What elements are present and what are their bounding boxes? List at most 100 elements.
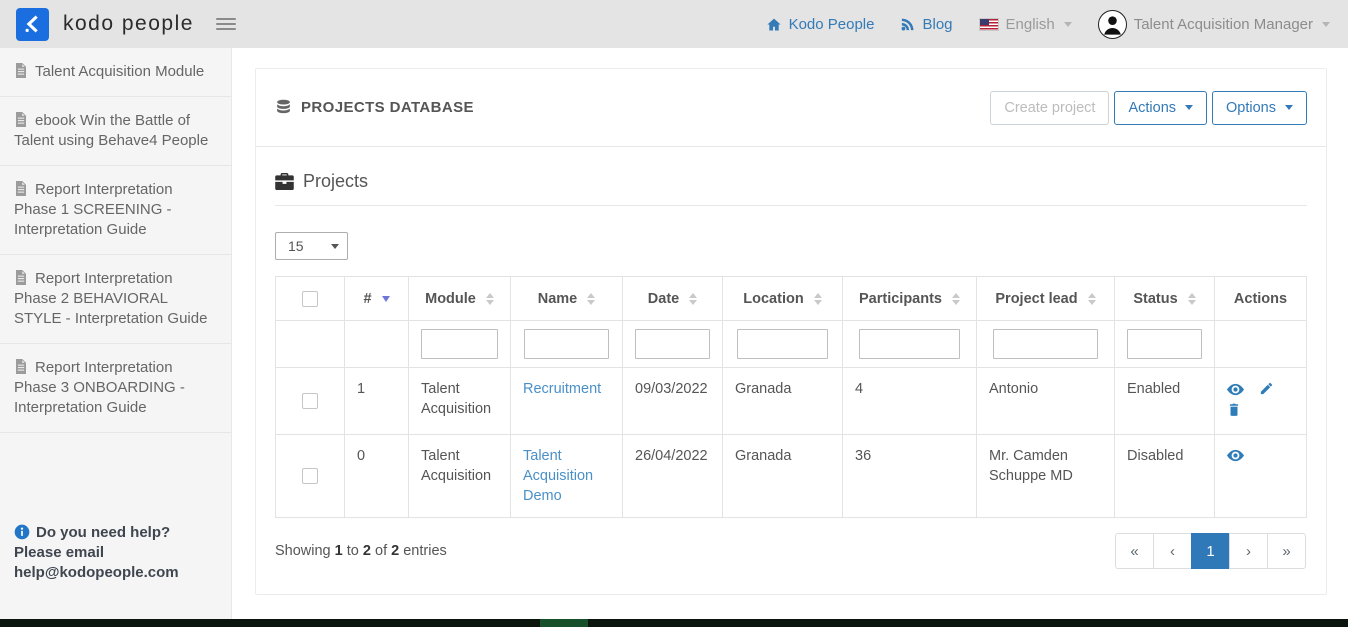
bottom-bar-segment [540,619,588,627]
cell-location: Granada [723,435,843,518]
top-navbar: kodo people Kodo People Blog E [0,0,1348,48]
sort-icon [1188,293,1196,305]
location-filter-input[interactable] [737,329,827,359]
menu-toggle-icon[interactable] [216,18,236,30]
project-name-link[interactable]: Recruitment [523,381,601,397]
document-icon [14,270,28,285]
brand-wordmark: kodo people [63,12,194,36]
brand-logo-icon[interactable] [16,8,49,41]
document-icon [14,63,28,78]
home-icon [766,17,782,32]
nav-kodo-people-link[interactable]: Kodo People [766,16,875,33]
module-filter-input[interactable] [421,329,498,359]
sort-icon [587,293,595,305]
status-filter-input[interactable] [1127,329,1202,359]
row-checkbox[interactable] [302,468,318,484]
cell-participants: 4 [843,368,977,435]
avatar [1098,10,1127,39]
row-checkbox[interactable] [302,393,318,409]
divider [275,205,1307,206]
cell-module: Talent Acquisition [409,435,511,518]
blog-icon [900,17,915,32]
chevron-down-icon [1185,105,1193,110]
name-filter-input[interactable] [524,329,608,359]
column-header-status[interactable]: Status [1115,277,1215,321]
column-header-module[interactable]: Module [409,277,511,321]
document-icon [14,359,28,374]
chevron-down-icon [1322,22,1330,27]
sidebar-item-ebook[interactable]: ebook Win the Battle of Talent using Beh… [0,97,231,166]
cell-num: 1 [345,368,409,435]
header-row: # Module Name Date [276,277,1307,321]
page-title: PROJECTS DATABASE [275,99,474,116]
first-page-button[interactable]: « [1115,533,1154,569]
cell-project-lead: Antonio [977,368,1115,435]
sort-icon [952,293,960,305]
project-name-link[interactable]: Talent Acquisition Demo [523,448,593,504]
cell-participants: 36 [843,435,977,518]
sidebar-item-report-phase2[interactable]: Report Interpretation Phase 2 BEHAVIORAL… [0,255,231,344]
column-header-num[interactable]: # [345,277,409,321]
column-header-name[interactable]: Name [511,277,623,321]
column-header-project-lead[interactable]: Project lead [977,277,1115,321]
page-size-select[interactable]: 15 [275,232,348,260]
projects-database-card: PROJECTS DATABASE Create project Actions… [255,68,1327,595]
sidebar-item-report-phase1[interactable]: Report Interpretation Phase 1 SCREENING … [0,166,231,255]
status-badge: Disabled [1115,435,1215,518]
view-icon[interactable] [1227,383,1244,396]
help-note: Do you need help? Please email help@kodo… [0,505,231,601]
chevron-down-icon [1285,105,1293,110]
status-badge: Enabled [1115,368,1215,435]
projects-table: # Module Name Date [275,276,1307,518]
page-size-select-wrap: 15 [275,232,348,260]
bottom-status-bar [0,619,1348,627]
sort-icon [814,293,822,305]
briefcase-icon [275,173,294,190]
filter-row [276,321,1307,368]
column-header-location[interactable]: Location [723,277,843,321]
delete-icon[interactable] [1227,402,1241,417]
participants-filter-input[interactable] [859,329,960,359]
cell-date: 09/03/2022 [623,368,723,435]
cell-num: 0 [345,435,409,518]
main-content: PROJECTS DATABASE Create project Actions… [232,48,1348,619]
sort-icon [689,293,697,305]
column-header-actions: Actions [1215,277,1307,321]
cell-date: 26/04/2022 [623,435,723,518]
cell-project-lead: Mr. Camden Schuppe MD [977,435,1115,518]
user-menu[interactable]: Talent Acquisition Manager [1098,10,1330,39]
document-icon [14,112,28,127]
table-row: 1 Talent Acquisition Recruitment 09/03/2… [276,368,1307,435]
column-header-participants[interactable]: Participants [843,277,977,321]
column-header-date[interactable]: Date [623,277,723,321]
last-page-button[interactable]: » [1267,533,1306,569]
select-all-checkbox[interactable] [302,291,318,307]
sort-icon [486,293,494,305]
create-project-button[interactable]: Create project [990,91,1109,125]
date-filter-input[interactable] [635,329,710,359]
entries-summary: Showing 1 to 2 of 2 entries [275,543,447,559]
table-row: 0 Talent Acquisition Talent Acquisition … [276,435,1307,518]
sidebar-item-talent-acquisition-module[interactable]: Talent Acquisition Module [0,48,231,97]
view-icon[interactable] [1227,449,1244,462]
edit-icon[interactable] [1259,381,1274,396]
projects-section-title: Projects [275,171,1307,192]
prev-page-button[interactable]: ‹ [1153,533,1192,569]
cell-location: Granada [723,368,843,435]
language-selector[interactable]: English [979,16,1072,33]
options-dropdown-button[interactable]: Options [1212,91,1307,125]
nav-blog-link[interactable]: Blog [900,16,952,33]
info-icon [14,524,30,540]
left-sidebar: Talent Acquisition Module ebook Win the … [0,48,232,619]
database-icon [275,99,292,116]
sort-desc-icon [382,296,390,302]
select-all-header[interactable] [276,277,345,321]
pagination: « ‹ 1 › » [1115,533,1306,569]
project-lead-filter-input[interactable] [993,329,1097,359]
actions-dropdown-button[interactable]: Actions [1114,91,1207,125]
document-icon [14,181,28,196]
next-page-button[interactable]: › [1229,533,1268,569]
chevron-down-icon [1064,22,1072,27]
page-1-button[interactable]: 1 [1191,533,1230,569]
sidebar-item-report-phase3[interactable]: Report Interpretation Phase 3 ONBOARDING… [0,344,231,433]
